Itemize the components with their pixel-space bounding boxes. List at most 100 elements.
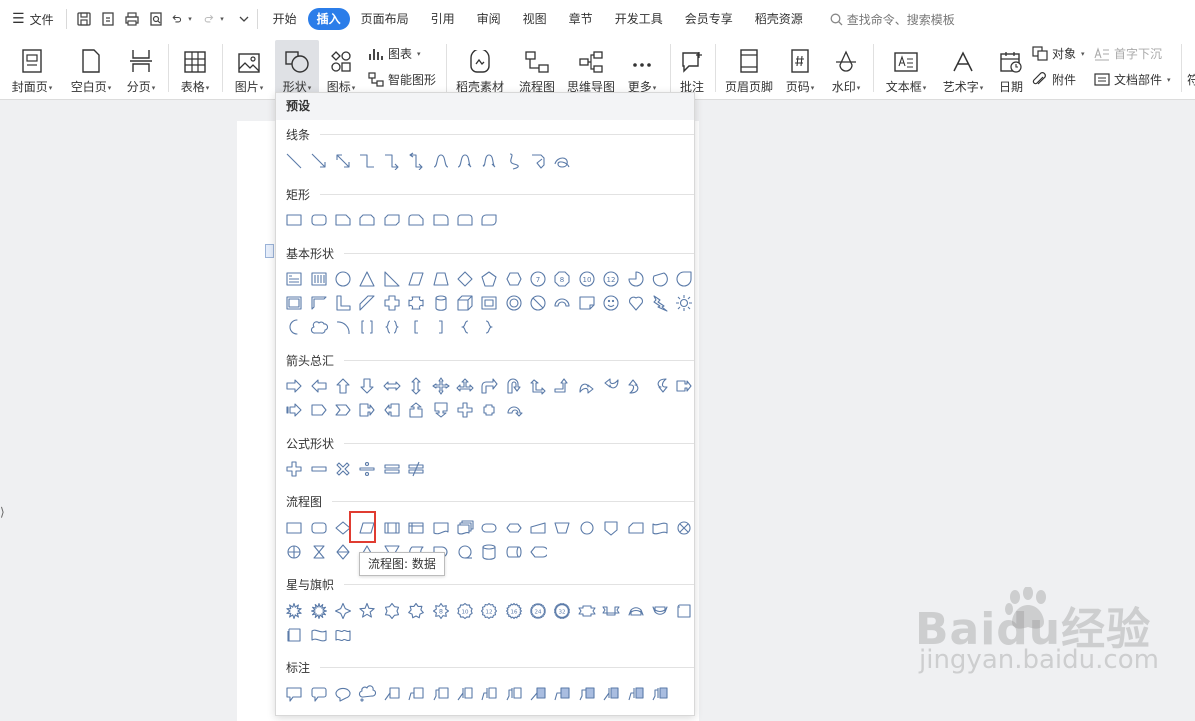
textbox-button[interactable]: 文本框▾ <box>880 44 932 95</box>
shape-fc-multidoc[interactable] <box>453 517 477 539</box>
shape-fc-process[interactable] <box>282 517 306 539</box>
shape-callR[interactable] <box>672 375 694 397</box>
tab-member[interactable]: 会员专享 <box>674 8 744 30</box>
shape-bord1[interactable] <box>526 683 550 705</box>
date-button[interactable]: 日期 <box>994 44 1028 95</box>
shape-bord2[interactable] <box>550 683 574 705</box>
shape-accbord2[interactable] <box>623 683 647 705</box>
customize-chevron-down-icon[interactable] <box>235 10 253 28</box>
shape-scribble[interactable] <box>526 150 550 172</box>
shape-fc-card[interactable] <box>623 517 647 539</box>
shape-teardrop[interactable] <box>672 268 694 290</box>
shape-fc-offpage[interactable] <box>599 517 623 539</box>
shape-arrowU[interactable] <box>331 375 355 397</box>
shape-line2[interactable] <box>404 683 428 705</box>
shape-sun[interactable] <box>672 292 694 314</box>
shape-heart[interactable] <box>623 292 647 314</box>
shape-wave[interactable] <box>306 624 330 646</box>
shape-rect[interactable] <box>282 209 306 231</box>
shape-double-arrow-line[interactable] <box>331 150 355 172</box>
shape-rtriangle[interactable] <box>380 268 404 290</box>
shape-circarrow[interactable] <box>502 399 526 421</box>
save-icon[interactable] <box>75 10 93 28</box>
shape-star12[interactable]: 12 <box>477 600 501 622</box>
shape-callR2[interactable] <box>355 399 379 421</box>
shape-star8[interactable]: 8 <box>428 600 452 622</box>
shape-fc-or[interactable] <box>282 541 306 563</box>
shape-snip-round[interactable] <box>404 209 428 231</box>
shape-quad[interactable] <box>428 375 452 397</box>
shape-arrowL[interactable] <box>306 375 330 397</box>
smart-graphic-button[interactable]: 智能图形 <box>368 71 436 88</box>
shape-curve-double[interactable] <box>477 150 501 172</box>
shape-arrowD[interactable] <box>355 375 379 397</box>
page-break-button[interactable]: 分页▾ <box>122 44 160 95</box>
drop-cap-button[interactable]: 首字下沉 <box>1094 45 1162 62</box>
shape-fc-preparation[interactable] <box>502 517 526 539</box>
shape-dodecagon[interactable]: 12 <box>599 268 623 290</box>
shape-fc-display[interactable] <box>526 541 550 563</box>
shape-fc-sort[interactable] <box>331 541 355 563</box>
shape-lbrace[interactable] <box>453 316 477 338</box>
shape-rbrace[interactable] <box>477 316 501 338</box>
shape-halfframe[interactable] <box>306 292 330 314</box>
shape-doublewave[interactable] <box>331 624 355 646</box>
shape-star24[interactable]: 24 <box>526 600 550 622</box>
shape-curvedribbonD[interactable] <box>648 600 672 622</box>
shape-quad2[interactable] <box>453 399 477 421</box>
shape-fc-document[interactable] <box>428 517 452 539</box>
shape-bord3[interactable] <box>575 683 599 705</box>
shape-loop[interactable] <box>550 150 574 172</box>
undo-icon[interactable]: ▾ <box>171 10 197 28</box>
tab-insert[interactable]: 插入 <box>307 8 350 30</box>
shape-round-rect[interactable] <box>306 209 330 231</box>
shape-star6[interactable] <box>380 600 404 622</box>
shape-vtextbox[interactable] <box>306 268 330 290</box>
shape-textbox[interactable] <box>282 268 306 290</box>
shape-lrup[interactable] <box>453 375 477 397</box>
shape-callD[interactable] <box>428 399 452 421</box>
shape-arrowUD[interactable] <box>404 375 428 397</box>
shape-round2[interactable] <box>453 209 477 231</box>
shape-noentry[interactable] <box>526 292 550 314</box>
shape-curvedD[interactable] <box>648 375 672 397</box>
tab-docer-resources[interactable]: 稻壳资源 <box>744 8 814 30</box>
shape-fc-directaccess[interactable] <box>502 541 526 563</box>
shape-curve-arrow[interactable] <box>453 150 477 172</box>
shape-equal[interactable] <box>380 458 404 480</box>
shape-line3[interactable] <box>428 683 452 705</box>
shape-explosion2[interactable] <box>306 600 330 622</box>
shape-cloudcallout[interactable] <box>355 683 379 705</box>
shape-fc-sumjunction[interactable] <box>672 517 694 539</box>
shape-fc-manualop[interactable] <box>550 517 574 539</box>
more-button[interactable]: 更多▾ <box>622 44 662 95</box>
icons-button[interactable]: 图标▾ <box>322 44 360 95</box>
shape-star5[interactable] <box>355 600 379 622</box>
shape-fc-connector[interactable] <box>575 517 599 539</box>
shape-star7[interactable] <box>404 600 428 622</box>
shape-elbow[interactable] <box>355 150 379 172</box>
tab-section[interactable]: 章节 <box>558 8 604 30</box>
shape-donut[interactable] <box>502 292 526 314</box>
document-parts-button[interactable]: 文档部件 ▾ <box>1094 71 1171 88</box>
shape-callU[interactable] <box>404 399 428 421</box>
tab-references[interactable]: 引用 <box>420 8 466 30</box>
tab-developer[interactable]: 开发工具 <box>604 8 674 30</box>
shape-line[interactable] <box>282 150 306 172</box>
tab-home[interactable]: 开始 <box>262 8 308 30</box>
shape-heptagon[interactable]: 7 <box>526 268 550 290</box>
shape-cube[interactable] <box>453 292 477 314</box>
table-button[interactable]: 表格▾ <box>176 44 214 95</box>
shape-frame[interactable] <box>282 292 306 314</box>
shape-curvedL[interactable] <box>599 375 623 397</box>
shape-lshape[interactable] <box>331 292 355 314</box>
tab-review[interactable]: 审阅 <box>466 8 512 30</box>
shape-notequal[interactable] <box>404 458 428 480</box>
shape-foldedcorner[interactable] <box>575 292 599 314</box>
shape-chord[interactable] <box>648 268 672 290</box>
shape-ovalcallout[interactable] <box>331 683 355 705</box>
header-footer-button[interactable]: 页眉页脚 <box>722 44 776 95</box>
shape-rectcallout[interactable] <box>282 683 306 705</box>
shape-acc3[interactable] <box>502 683 526 705</box>
shape-decagon[interactable]: 10 <box>575 268 599 290</box>
